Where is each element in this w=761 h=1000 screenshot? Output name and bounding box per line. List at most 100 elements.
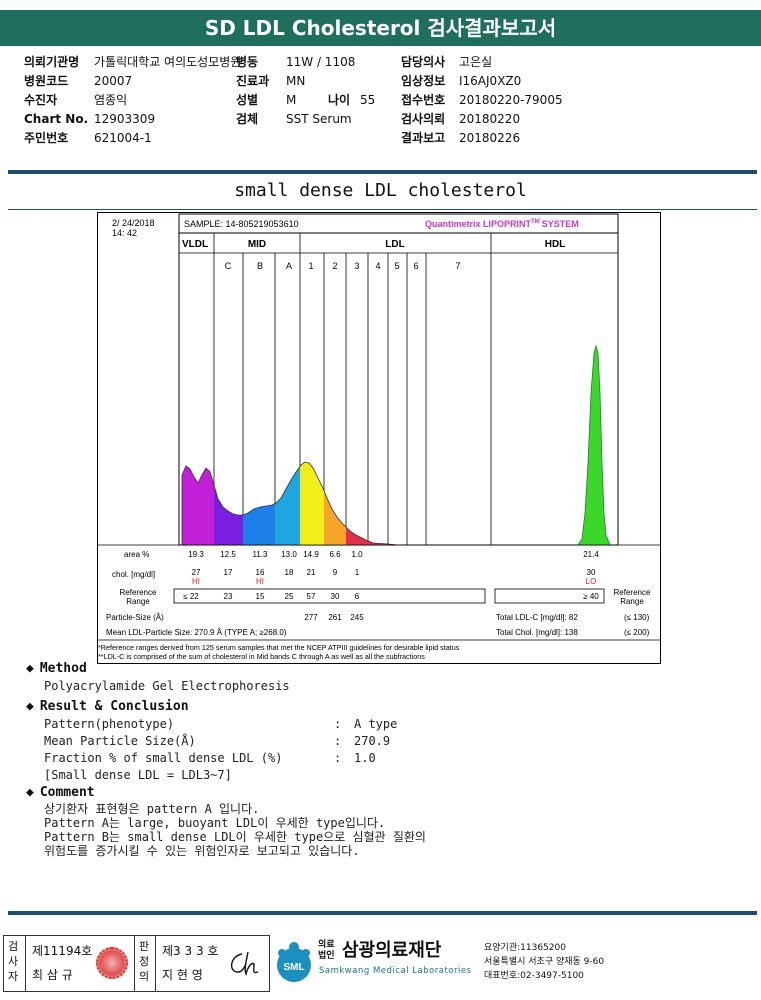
report-title: SD LDL Cholesterol 검사결과보고서	[0, 10, 761, 46]
area-value: 1.0	[351, 550, 363, 559]
method-heading: ◆ Method	[26, 661, 87, 676]
particle-value: 261	[328, 613, 342, 622]
diamond-icon: ◆	[26, 699, 34, 714]
total-ldl-ref: (≤ 130)	[624, 613, 650, 622]
chart-frame	[178, 232, 619, 546]
info-value: 20180220	[459, 112, 521, 126]
comment-heading-text: Comment	[39, 785, 95, 800]
total-chol-ref: (≤ 200)	[624, 628, 650, 637]
info-label: 주민번호	[24, 131, 69, 145]
org-prefix-2: 법인	[318, 951, 335, 961]
ldl3-fill	[346, 462, 368, 545]
area-value: 6.6	[329, 550, 341, 559]
info-right: 담당의사 고은실 임상정보 I16AJ0XZ0 접수번호 20180220-79005…	[401, 53, 563, 148]
ldl2-fill	[324, 462, 346, 545]
result-value: 270.9	[354, 734, 391, 748]
area-value: 14.9	[303, 550, 319, 559]
lipoprint-svg: 2/ 24/2018 14: 42 SAMPLE: 14-80521905361…	[98, 213, 660, 661]
info-label: 의뢰기관명	[24, 55, 80, 69]
particle-label: Particle-Size (Å)	[106, 613, 164, 622]
sml-logo-icon: SML	[277, 942, 311, 982]
info-value: 고은실	[459, 55, 493, 69]
info-left: 의뢰기관명 가톨릭대학교 여의도성모병원 병원코드 20007 수진자 염종익 Cha…	[24, 53, 241, 148]
lo-flag: LO	[586, 577, 597, 586]
result-note: [Small dense LDL = LDL3~7]	[44, 768, 232, 782]
tester-name: 최 삼 규	[32, 968, 73, 982]
info-label: 진료과	[236, 74, 270, 88]
brand-main: Quantimetrix LIPOPRINT	[425, 219, 532, 229]
flag-row: HI HI LO	[192, 577, 596, 586]
ref-value: 15	[256, 592, 265, 601]
mid-b-fill	[243, 462, 275, 545]
info-value: 20180220-79005	[459, 93, 563, 107]
logo-text: SML	[283, 962, 304, 973]
result-value: A type	[354, 717, 398, 731]
group-label: HDL	[545, 239, 566, 250]
info-label: 병동	[236, 55, 259, 69]
ref-label: Reference	[614, 588, 651, 597]
info-label: 수진자	[24, 93, 58, 107]
info-label: 임상정보	[401, 74, 446, 88]
ref-value: 25	[285, 592, 294, 601]
chol-value: 21	[307, 568, 316, 577]
seal-icon	[96, 947, 128, 979]
info-value: M	[286, 93, 297, 107]
org-logo: SML	[272, 939, 316, 983]
chol-value: 27	[192, 568, 201, 577]
org-address: 서울특별시 서초구 양재동 9-60	[484, 957, 605, 967]
info-value: 20180226	[459, 131, 521, 145]
method-text: Polyacrylamide Gel Electrophoresis	[44, 679, 290, 693]
org-phone: 대표번호:02-3497-5100	[484, 971, 584, 981]
mid-a-fill	[275, 462, 300, 545]
reviewer-name: 지 현 영	[162, 968, 203, 982]
hi-flag: HI	[256, 577, 264, 586]
band-label: 6	[413, 261, 418, 271]
ref-value: 30	[331, 592, 340, 601]
brand-tm: TM	[531, 219, 540, 225]
mean-size: Mean LDL-Particle Size: 270.9 Å (TYPE A;…	[106, 628, 287, 637]
mid-c-fill	[214, 462, 243, 545]
info-label: 담당의사	[401, 55, 446, 69]
band-label: 4	[375, 261, 380, 271]
area-row: 19.3 12.5 11.3 13.0 14.9 6.6 1.0 21.4	[188, 550, 599, 559]
hdl-peak	[577, 344, 611, 546]
info-value: 염종익	[94, 93, 128, 107]
footnote: *Reference ranges derived from 125 serum…	[98, 643, 460, 652]
chol-value: 9	[333, 568, 338, 577]
diamond-icon: ◆	[26, 785, 34, 800]
ref-value: 57	[307, 592, 316, 601]
info-label: Chart No.	[24, 112, 89, 126]
ref-label: Range	[620, 597, 644, 606]
total-ldl: Total LDL-C [mg/dl]: 82	[496, 613, 578, 622]
ref-value: 23	[224, 592, 233, 601]
chol-value: 18	[285, 568, 294, 577]
result-label: Mean Particle Size(Å)	[44, 734, 196, 748]
ref-row: ≤ 22 23 15 25 57 30 6 ≥ 40	[183, 592, 599, 601]
ldl1-fill	[300, 462, 324, 545]
signature-box: 검사자 제11194호 최 삼 규 판정의 제3 3 3 호 지 현 영	[3, 935, 270, 992]
area-value: 19.3	[188, 550, 204, 559]
row-label: chol. [mg/dl]	[112, 570, 155, 579]
result-colon: :	[334, 717, 342, 731]
ref-label: Reference	[120, 588, 157, 597]
result-label: Pattern(phenotype)	[44, 717, 175, 731]
info-value: MN	[286, 74, 306, 88]
org-prefix: 의료 법인	[318, 940, 335, 962]
comment-line: 위험도를 증가시킬 수 있는 위험인자로 보고되고 있습니다.	[44, 844, 360, 858]
hi-flag: HI	[192, 577, 200, 586]
brand-suffix: SYSTEM	[542, 219, 579, 229]
divider	[8, 170, 757, 174]
particle-value: 245	[350, 613, 364, 622]
chol-row: 27 17 16 18 21 9 1 30	[192, 568, 596, 577]
trace-fill	[182, 462, 398, 545]
band-label: 5	[394, 261, 399, 271]
info-value: 621004-1	[94, 131, 152, 145]
chol-value: 1	[355, 568, 360, 577]
group-label: MID	[248, 239, 266, 250]
divider	[8, 209, 757, 210]
ref-box	[173, 588, 486, 604]
sample-id: SAMPLE: 14-805219053610	[184, 219, 299, 229]
band-label: 3	[354, 261, 359, 271]
vldl-fill	[182, 462, 214, 545]
divider	[8, 911, 757, 915]
